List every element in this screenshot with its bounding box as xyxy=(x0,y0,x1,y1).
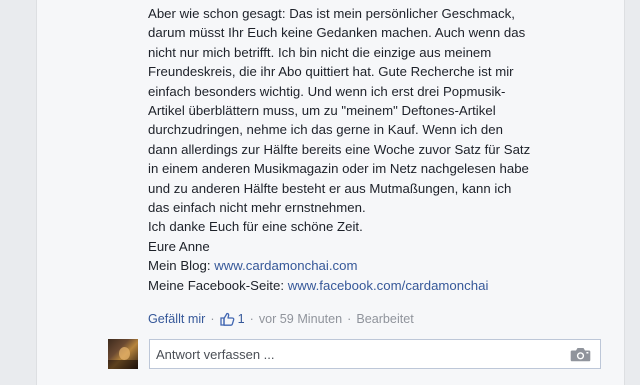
reply-input[interactable]: Antwort verfassen ... xyxy=(149,339,601,369)
like-count: 1 xyxy=(237,312,245,326)
comment-line: darum müsst Ihr Euch keine Gedanken mach… xyxy=(148,25,526,41)
blog-label: Mein Blog: xyxy=(148,258,215,274)
comment-timestamp[interactable]: vor 59 Minuten xyxy=(259,312,342,326)
blog-line: Mein Blog: www.cardamonchai.com xyxy=(148,256,608,275)
comment-line: Freundeskreis, die ihr Abo quittiert hat… xyxy=(148,64,514,80)
camera-icon[interactable] xyxy=(570,347,591,362)
comment-line: Eure Anne xyxy=(148,238,210,254)
separator: · xyxy=(210,312,215,326)
comment-line: das einfach nicht mehr ernstnehmen. xyxy=(148,200,366,216)
avatar-highlight xyxy=(119,347,130,360)
facebook-link[interactable]: www.facebook.com/cardamonchai xyxy=(288,278,489,293)
comment-line: dann allerdings zur Hälfte bereits eine … xyxy=(148,141,531,157)
avatar[interactable] xyxy=(108,339,138,369)
comment-line: in einem anderen Musikmagazin oder im Ne… xyxy=(148,161,529,177)
comment-line: Ich danke Euch für eine schöne Zeit. xyxy=(148,219,363,235)
avatar-shadow xyxy=(108,360,138,369)
comment-meta: Gefällt mir · 1 · vor 59 Minuten · Bearb… xyxy=(148,309,414,329)
comment-line: nicht nur mich betrifft. Ich bin nicht d… xyxy=(148,44,492,60)
separator: · xyxy=(347,312,352,326)
facebook-label: Meine Facebook-Seite: xyxy=(148,277,288,293)
comment-line: Artikel überblättern muss, um zu "meinem… xyxy=(148,103,496,119)
like-count-link[interactable]: 1 xyxy=(219,312,245,326)
separator: · xyxy=(249,312,254,326)
thumbs-up-icon xyxy=(219,312,234,326)
comment-body: Aber wie schon gesagt: Das ist mein pers… xyxy=(148,4,608,295)
reply-composer: Antwort verfassen ... xyxy=(108,339,602,369)
reply-placeholder: Antwort verfassen ... xyxy=(156,346,275,362)
page: Aber wie schon gesagt: Das ist mein pers… xyxy=(0,0,640,385)
blog-link[interactable]: www.cardamonchai.com xyxy=(214,258,357,273)
like-button[interactable]: Gefällt mir xyxy=(148,312,205,326)
facebook-line: Meine Facebook-Seite: www.facebook.com/c… xyxy=(148,276,608,295)
comment-line: einfach besonders wichtig. Und wenn ich … xyxy=(148,83,506,99)
comment-line: und zu anderen Hälfte besteht er aus Mut… xyxy=(148,180,512,196)
comment-line: Aber wie schon gesagt: Das ist mein pers… xyxy=(148,6,515,21)
edited-link[interactable]: Bearbeitet xyxy=(356,312,413,326)
comment-line: durchzudringen, nehme ich das gerne in K… xyxy=(148,122,503,138)
